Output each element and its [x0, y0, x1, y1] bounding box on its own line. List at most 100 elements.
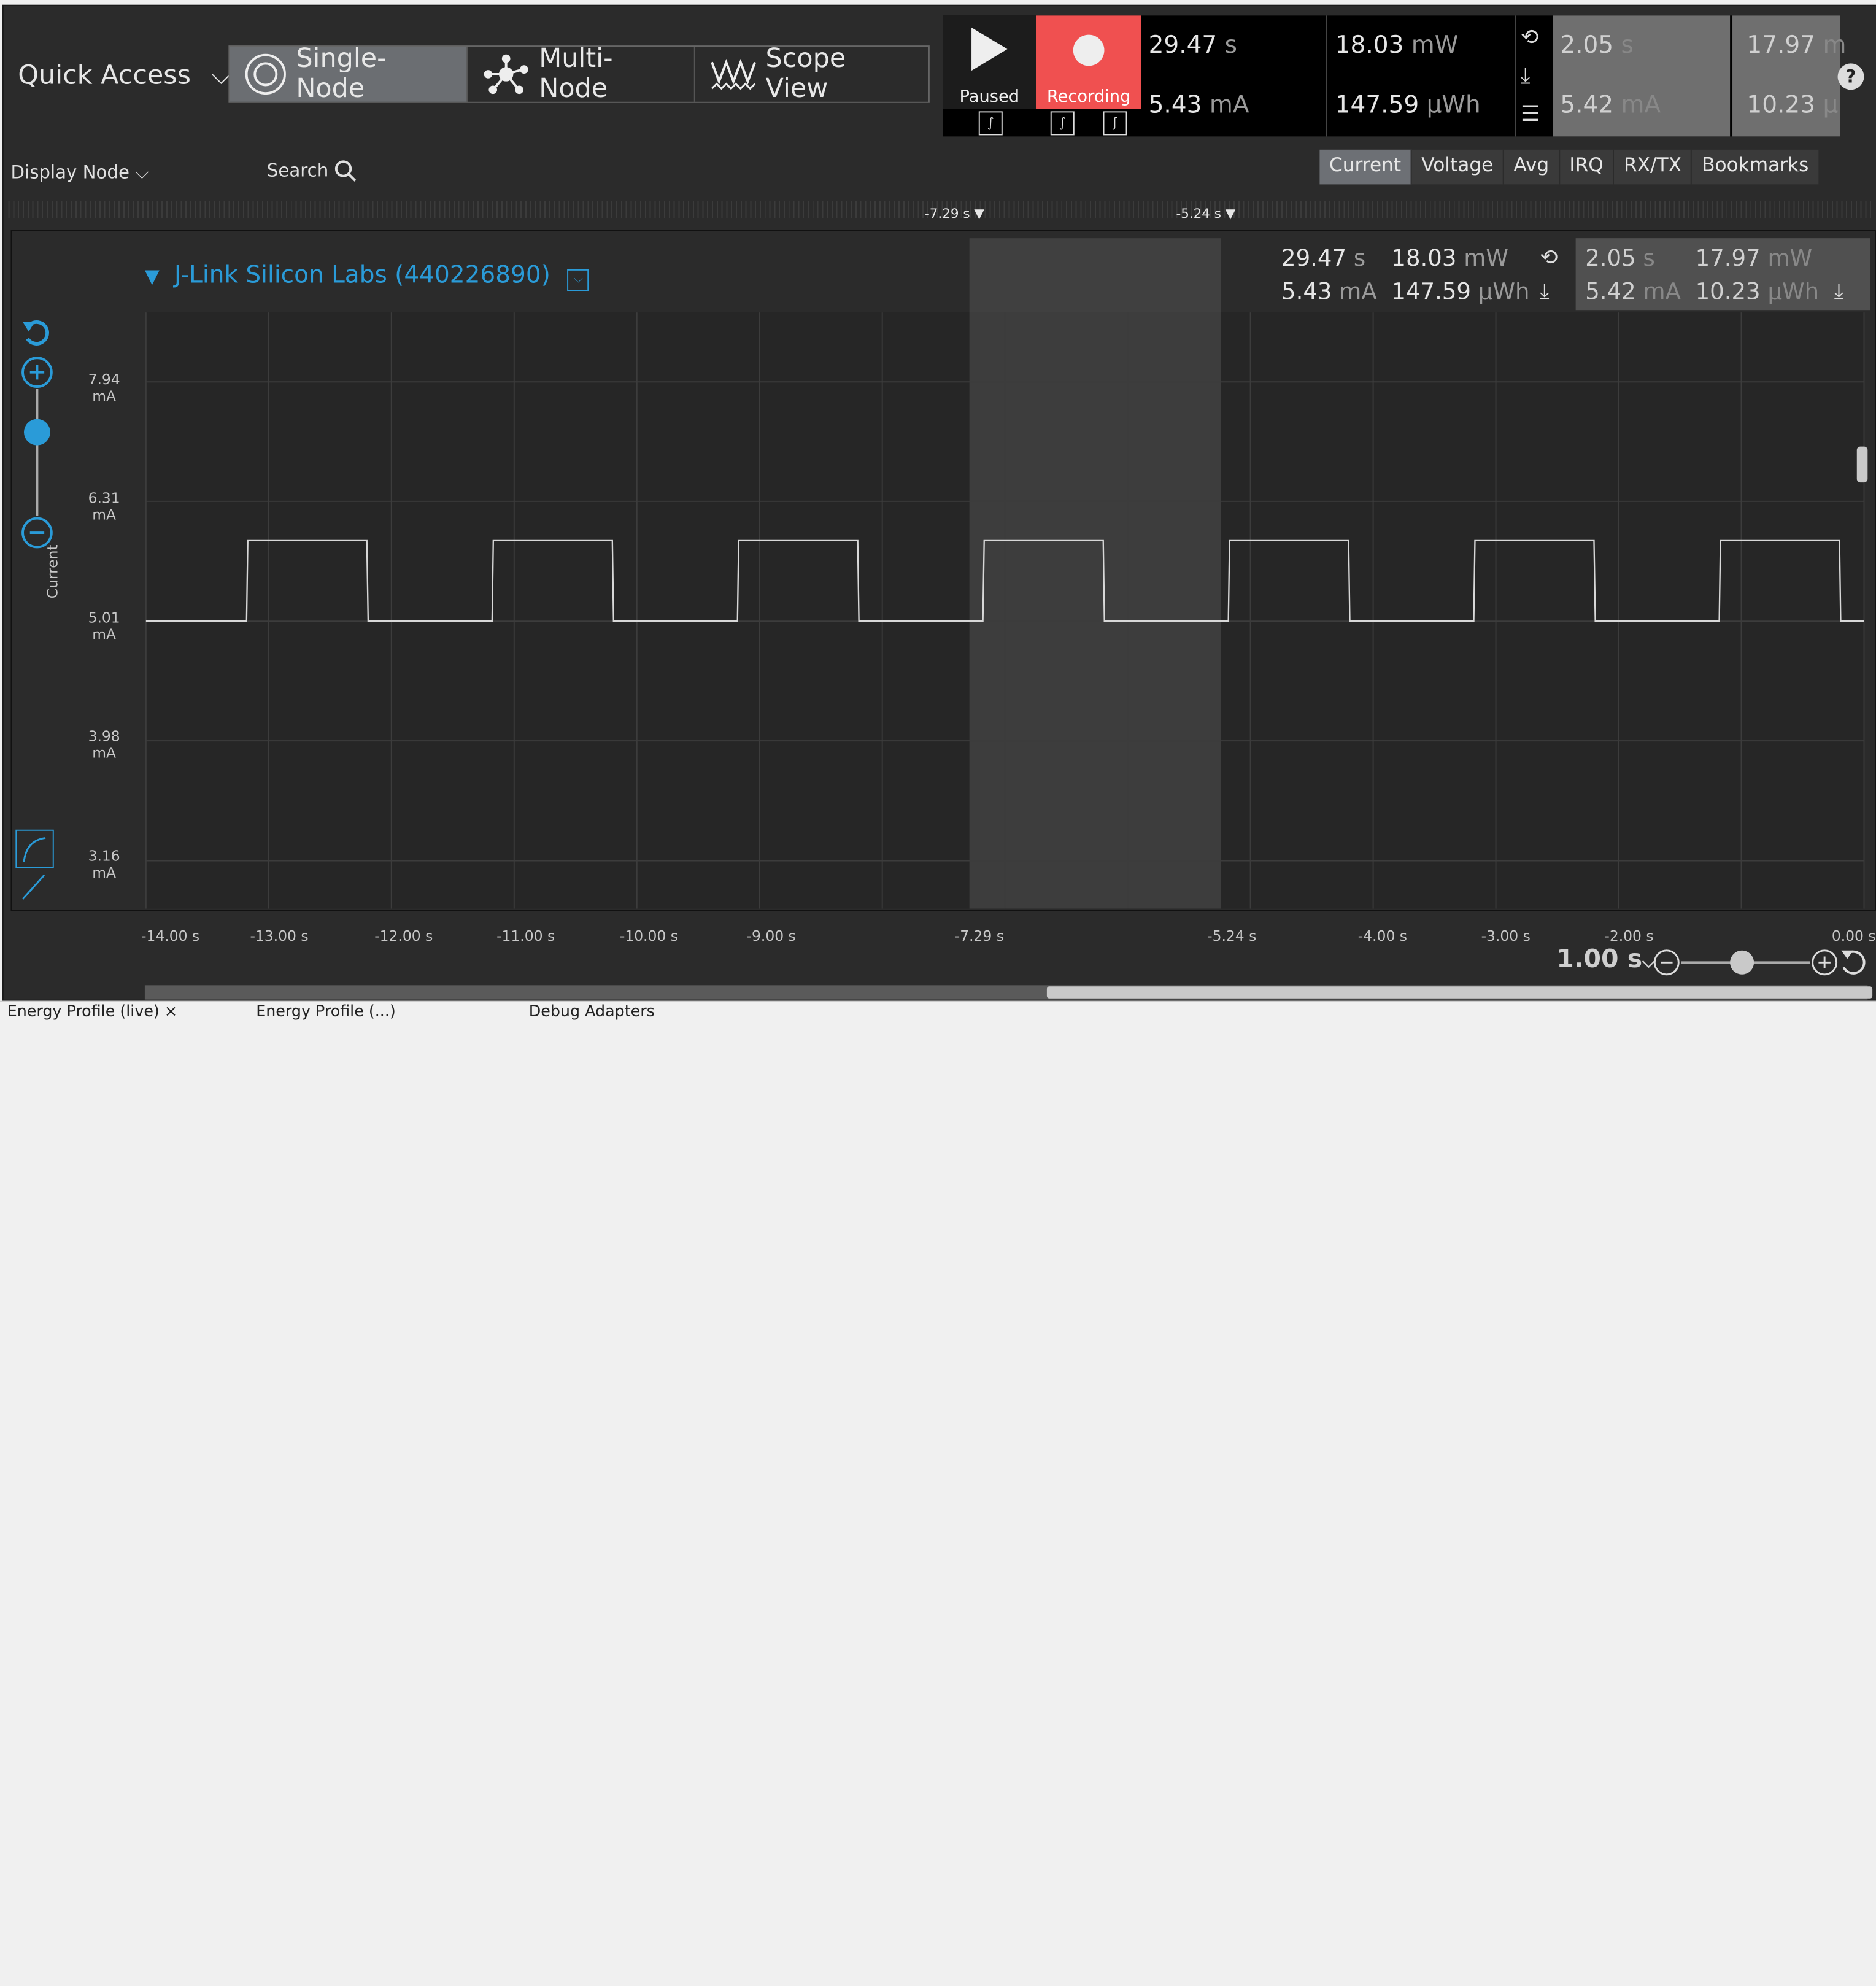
total-energy-value: 147.59 µWh	[1335, 90, 1481, 119]
paused-label: Paused	[959, 87, 1020, 107]
waveform-icon	[710, 58, 756, 90]
quick-access-dropdown[interactable]: Quick Access ⌵	[18, 61, 231, 91]
record-icon	[1073, 34, 1105, 66]
y-tick-label: 6.31 mA	[88, 489, 120, 524]
linear-scale-icon[interactable]	[15, 868, 51, 904]
time-zoom-thumb[interactable]	[1730, 950, 1754, 975]
mode-scope-view-button[interactable]: Scope View	[695, 44, 928, 104]
tab-rx-tx[interactable]: RX/TX	[1614, 149, 1693, 185]
cursor-marker-icon: ▼	[1225, 206, 1236, 222]
time-span-dropdown[interactable]: 1.00 s⌵	[1556, 945, 1654, 973]
total-power-value: 18.03 mW	[1335, 29, 1459, 59]
x-tick-label: -3.00 s	[1481, 927, 1531, 945]
x-tick-label: -12.00 s	[374, 927, 433, 945]
x-tick-label: -4.00 s	[1357, 927, 1407, 945]
zoom-in-icon[interactable]	[21, 357, 53, 388]
reset-zoom-icon[interactable]	[23, 320, 49, 346]
node-sel-time-value: 2.05 s	[1585, 245, 1655, 272]
trigger-rising-icon[interactable]: ∫	[1050, 111, 1075, 136]
tab-irq[interactable]: IRQ	[1560, 149, 1615, 185]
total-time-value: 29.47 s	[1148, 29, 1237, 59]
total-current-value: 5.43 mA	[1148, 90, 1249, 119]
tab-avg[interactable]: Avg	[1504, 149, 1560, 185]
y-tick-label: 5.01 mA	[88, 609, 120, 643]
tab-voltage[interactable]: Voltage	[1412, 149, 1504, 185]
record-button[interactable]: Recording	[1036, 15, 1141, 109]
app-window: Quick Access ⌵ Single-Node Multi-Node Sc…	[2, 4, 1876, 1001]
node-sel-power-value: 17.97 mW	[1695, 245, 1813, 272]
reset-icon[interactable]: ⟲	[1540, 245, 1558, 271]
selection-time-value: 2.05 s	[1560, 29, 1634, 59]
network-nodes-icon	[484, 54, 529, 95]
help-icon[interactable]: ?	[1837, 63, 1864, 90]
current-plot[interactable]	[12, 231, 1875, 910]
chart-area[interactable]	[10, 230, 1876, 911]
list-icon[interactable]: ☰	[1521, 102, 1540, 127]
log-scale-icon[interactable]	[15, 829, 54, 868]
radio-circle-icon	[245, 53, 286, 95]
tab-energy-profile[interactable]: Energy Profile (...)	[256, 1003, 396, 1021]
selection-current-value: 5.42 mA	[1560, 90, 1661, 119]
trigger-falling-icon[interactable]: ʃ	[1103, 111, 1127, 136]
measurement-tabs: Current Voltage Avg IRQ RX/TX Bookmarks	[1319, 149, 1820, 185]
node-sel-energy-value: 10.23 µWh	[1695, 279, 1820, 306]
node-stats-panel: 29.47 s 5.43 mA 18.03 mW 147.59 µWh ⟲ ⤓ …	[1272, 238, 1870, 311]
node-header[interactable]: ▼ J-Link Silicon Labs (440226890) ⌵	[145, 260, 589, 291]
mode-single-node-button[interactable]: Single-Node	[230, 44, 468, 104]
x-tick-label: -5.24 s	[1207, 927, 1257, 945]
zoom-slider-thumb[interactable]	[23, 419, 50, 446]
view-mode-switch: Single-Node Multi-Node Scope View	[228, 44, 930, 104]
node-sel-current-value: 5.42 mA	[1585, 279, 1681, 306]
node-menu-icon[interactable]: ⌵	[567, 269, 589, 291]
collapse-triangle-icon[interactable]: ▼	[145, 265, 160, 287]
display-node-dropdown[interactable]: Display Node ⌵	[11, 161, 149, 183]
time-zoom-control	[1652, 946, 1867, 984]
download-icon[interactable]: ⤓	[1521, 63, 1531, 88]
node-energy-value: 147.59 µWh	[1391, 279, 1530, 306]
cursor-marker-icon: ▼	[974, 206, 984, 222]
trigger-rising-icon[interactable]: ∫	[978, 111, 1003, 136]
selection-region	[969, 238, 1221, 909]
node-time-value: 29.47 s	[1281, 245, 1366, 272]
tab-energy-profile-live[interactable]: Energy Profile (live) ×	[7, 1003, 177, 1021]
x-tick-label: 0.00 s	[1831, 927, 1876, 945]
cursor-left-label[interactable]: -7.29 s ▼	[925, 206, 984, 222]
x-tick-label: -7.29 s	[954, 927, 1004, 945]
tab-current[interactable]: Current	[1319, 149, 1412, 185]
y-tick-label: 3.98 mA	[88, 727, 120, 762]
tab-debug-adapters[interactable]: Debug Adapters	[529, 1003, 655, 1021]
selection-energy-value: 10.23 µ	[1747, 90, 1839, 119]
horizontal-scroll-thumb[interactable]	[1046, 986, 1873, 999]
tab-bookmarks[interactable]: Bookmarks	[1692, 149, 1820, 185]
zoom-out-icon[interactable]	[1653, 949, 1680, 976]
search-button[interactable]: Search	[267, 159, 358, 183]
x-tick-label: -10.00 s	[619, 927, 678, 945]
recording-label: Recording	[1046, 87, 1131, 107]
vertical-zoom-tools	[18, 317, 58, 562]
selection-power-value: 17.97 m	[1747, 29, 1847, 59]
x-tick-label: -14.00 s	[141, 927, 200, 945]
play-button[interactable]: Paused	[943, 15, 1036, 109]
reset-time-zoom-icon[interactable]	[1841, 950, 1866, 975]
mode-label: Single-Node	[296, 44, 387, 104]
node-title: J-Link Silicon Labs (440226890)	[174, 260, 550, 289]
vertical-scroll-thumb[interactable]	[1856, 446, 1868, 483]
x-tick-label: -9.00 s	[746, 927, 796, 945]
mode-label: Multi-Node	[539, 44, 613, 104]
download-icon[interactable]: ⤓	[1834, 279, 1844, 304]
zoom-in-icon[interactable]	[1812, 949, 1838, 976]
node-power-value: 18.03 mW	[1391, 245, 1508, 272]
mode-multi-node-button[interactable]: Multi-Node	[468, 44, 695, 104]
mode-label: Scope View	[765, 44, 846, 104]
cursor-right-label[interactable]: -5.24 s ▼	[1176, 206, 1235, 222]
capture-control-panel: Paused Recording ∫ ∫ ʃ 29.47 s 5.43 mA 1…	[943, 15, 1846, 137]
reset-icon[interactable]: ⟲	[1521, 25, 1538, 50]
y-tick-label: 3.16 mA	[88, 848, 120, 881]
x-tick-label: -13.00 s	[250, 927, 309, 945]
download-icon[interactable]: ⤓	[1540, 279, 1550, 304]
play-icon	[971, 27, 1008, 71]
zoom-out-icon[interactable]	[21, 517, 53, 549]
node-current-value: 5.43 mA	[1281, 279, 1377, 306]
quick-access-label: Quick Access	[18, 61, 191, 91]
x-tick-label: -2.00 s	[1604, 927, 1654, 945]
